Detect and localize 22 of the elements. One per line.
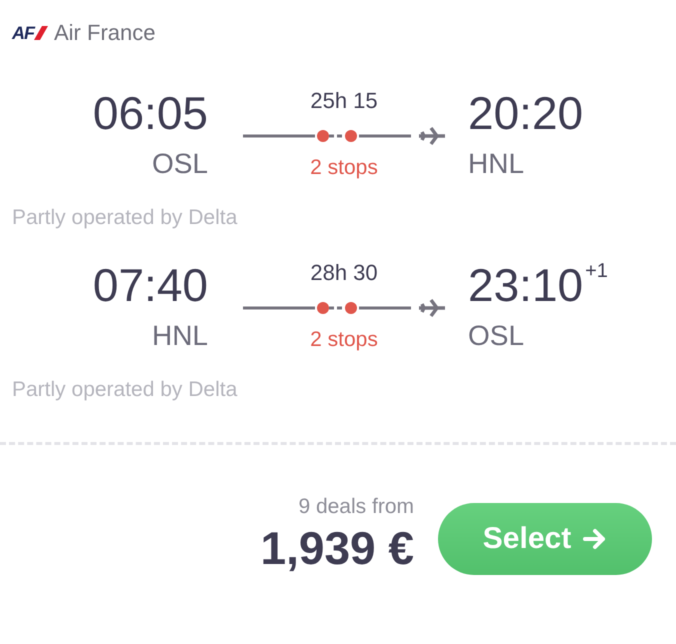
duration: 25h 15 <box>310 88 378 114</box>
departure-airport: HNL <box>152 320 208 352</box>
departure-airport: OSL <box>152 148 208 180</box>
stops-count: 2 stops <box>310 328 378 352</box>
duration: 28h 30 <box>310 260 378 286</box>
stops-count: 2 stops <box>310 156 378 180</box>
departure-time: 07:40 <box>92 260 208 310</box>
departure-time: 06:05 <box>92 88 208 138</box>
operator-note: Partly operated by Delta <box>11 378 238 402</box>
arrival-time: 20:20 <box>468 88 584 138</box>
operator-note: Partly operated by Delta <box>11 206 238 230</box>
airline-logo: AF <box>12 22 34 44</box>
arrival-airport: HNL <box>468 148 524 180</box>
arrival-airport: OSL <box>468 320 524 352</box>
deals-count: 9 deals from <box>298 495 414 519</box>
airline-name: Air France <box>54 20 156 46</box>
select-button[interactable]: Select <box>438 503 652 575</box>
price: 1,939 € <box>260 521 414 575</box>
arrival-time: 23:10 <box>468 260 584 310</box>
arrow-icon <box>583 527 608 551</box>
slash-icon <box>34 26 48 40</box>
day-offset: +1 <box>585 260 608 283</box>
